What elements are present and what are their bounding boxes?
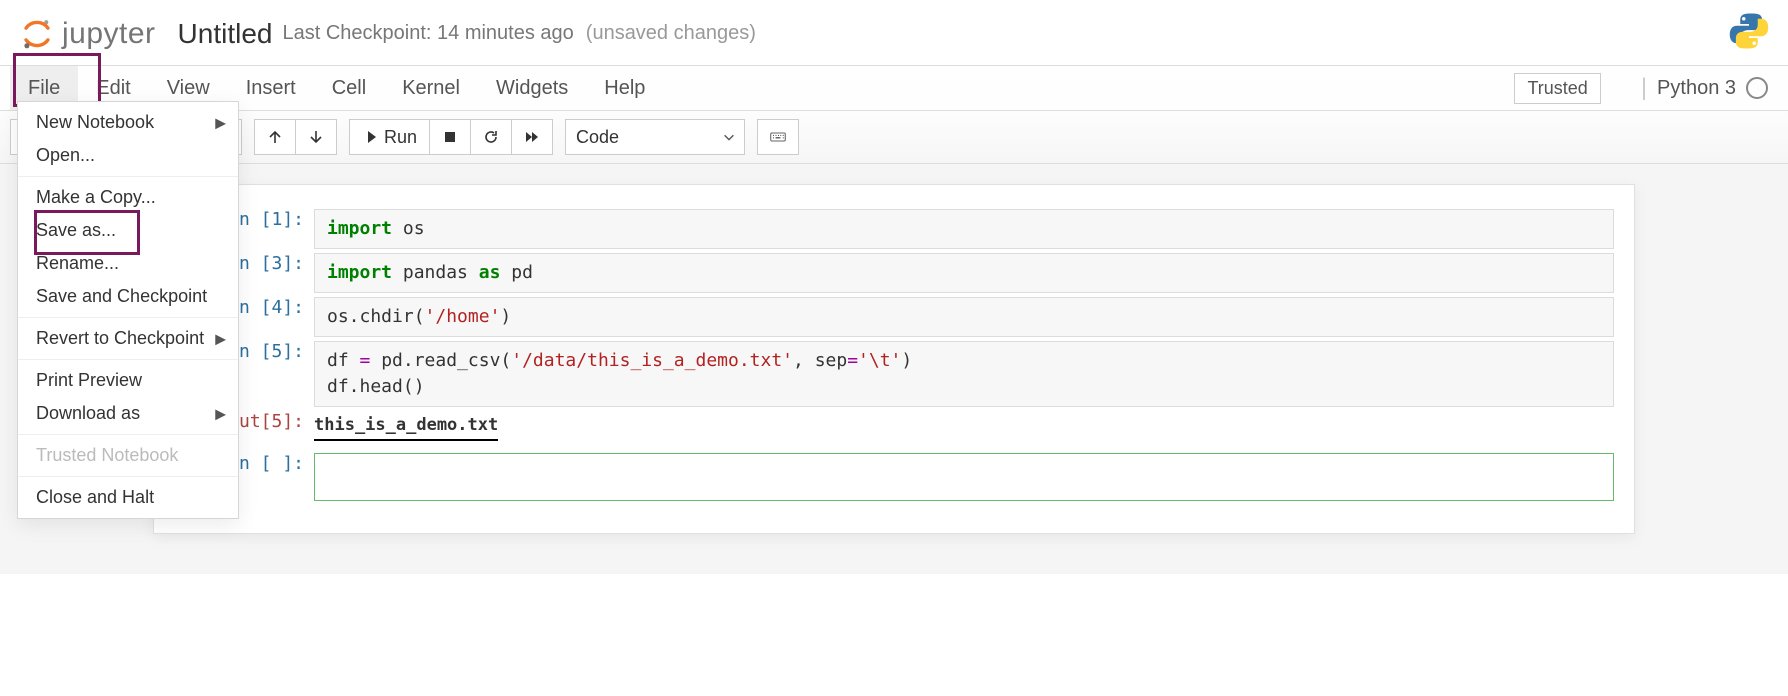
menu-separator	[18, 359, 238, 360]
chevron-down-icon	[722, 130, 736, 144]
keyboard-icon	[770, 129, 786, 145]
filemenu-make-a-copy[interactable]: Make a Copy...	[18, 181, 238, 214]
move-up-button[interactable]	[254, 119, 296, 155]
run-label: Run	[384, 127, 417, 148]
move-down-button[interactable]	[296, 119, 337, 155]
notebook: In [1]:import osIn [3]:import pandas as …	[153, 184, 1635, 534]
celltype-value: Code	[576, 127, 619, 148]
menu-help[interactable]: Help	[586, 66, 663, 110]
code-cell-empty[interactable]: In [ ]:	[154, 451, 1634, 503]
filemenu-save-as[interactable]: Save as...	[18, 214, 238, 247]
arrow-down-icon	[308, 129, 324, 145]
menu-cell[interactable]: Cell	[314, 66, 384, 110]
code-input[interactable]: df = pd.read_csv('/data/this_is_a_demo.t…	[314, 341, 1614, 407]
toolbar: Run Code	[0, 111, 1788, 164]
interrupt-button[interactable]	[430, 119, 471, 155]
notebook-container: In [1]:import osIn [3]:import pandas as …	[0, 164, 1788, 574]
notebook-title[interactable]: Untitled	[178, 18, 273, 50]
code-cell[interactable]: In [1]:import os	[154, 207, 1634, 251]
output-cell: Out[5]:this_is_a_demo.txt	[154, 409, 1634, 451]
filemenu-save-and-checkpoint[interactable]: Save and Checkpoint	[18, 280, 238, 313]
code-input[interactable]	[314, 453, 1614, 501]
restart-run-all-button[interactable]	[512, 119, 553, 155]
checkpoint-status: Last Checkpoint: 14 minutes ago	[282, 22, 573, 45]
output-area: this_is_a_demo.txt	[314, 411, 1614, 441]
jupyter-icon	[18, 18, 56, 50]
fast-forward-icon	[524, 129, 540, 145]
submenu-arrow-icon: ▶	[215, 405, 226, 422]
menu-separator	[18, 476, 238, 477]
code-cell[interactable]: In [3]:import pandas as pd	[154, 251, 1634, 295]
menu-separator	[18, 434, 238, 435]
unsaved-status: (unsaved changes)	[586, 22, 756, 45]
dataframe-header: this_is_a_demo.txt	[314, 415, 498, 441]
command-palette-button[interactable]	[757, 119, 799, 155]
kernel-idle-icon	[1746, 77, 1768, 99]
filemenu-open[interactable]: Open...	[18, 139, 238, 172]
filemenu-revert-to-checkpoint[interactable]: Revert to Checkpoint▶	[18, 322, 238, 355]
submenu-arrow-icon: ▶	[215, 114, 226, 131]
restart-icon	[483, 129, 499, 145]
celltype-select[interactable]: Code	[565, 119, 745, 155]
stop-icon	[442, 129, 458, 145]
filemenu-new-notebook[interactable]: New Notebook▶	[18, 106, 238, 139]
run-icon	[362, 129, 378, 145]
python-icon	[1728, 10, 1770, 52]
kernel-name: Python 3	[1657, 77, 1736, 100]
jupyter-logo[interactable]: jupyter	[18, 17, 156, 51]
filemenu-trusted-notebook: Trusted Notebook	[18, 439, 238, 472]
notebook-header: jupyter Untitled Last Checkpoint: 14 min…	[0, 0, 1788, 65]
kernel-logo	[1728, 10, 1770, 57]
menu-widgets[interactable]: Widgets	[478, 66, 586, 110]
code-input[interactable]: os.chdir('/home')	[314, 297, 1614, 337]
separator: |	[1641, 74, 1647, 102]
arrow-up-icon	[267, 129, 283, 145]
menu-kernel[interactable]: Kernel	[384, 66, 478, 110]
restart-button[interactable]	[471, 119, 512, 155]
code-input[interactable]: import os	[314, 209, 1614, 249]
filemenu-close-and-halt[interactable]: Close and Halt	[18, 481, 238, 514]
filemenu-rename[interactable]: Rename...	[18, 247, 238, 280]
code-cell[interactable]: In [5]:df = pd.read_csv('/data/this_is_a…	[154, 339, 1634, 409]
menu-insert[interactable]: Insert	[228, 66, 314, 110]
trusted-indicator[interactable]: Trusted	[1514, 73, 1600, 104]
filemenu-download-as[interactable]: Download as▶	[18, 397, 238, 430]
code-cell[interactable]: In [4]:os.chdir('/home')	[154, 295, 1634, 339]
run-button[interactable]: Run	[349, 119, 430, 155]
code-input[interactable]: import pandas as pd	[314, 253, 1614, 293]
menu-bar: FileEditViewInsertCellKernelWidgetsHelp …	[0, 65, 1788, 111]
menu-separator	[18, 176, 238, 177]
submenu-arrow-icon: ▶	[215, 330, 226, 347]
file-menu-dropdown: New Notebook▶Open...Make a Copy...Save a…	[17, 101, 239, 519]
jupyter-wordmark: jupyter	[62, 17, 156, 51]
kernel-indicator[interactable]: | Python 3	[1641, 74, 1768, 102]
filemenu-print-preview[interactable]: Print Preview	[18, 364, 238, 397]
menu-separator	[18, 317, 238, 318]
